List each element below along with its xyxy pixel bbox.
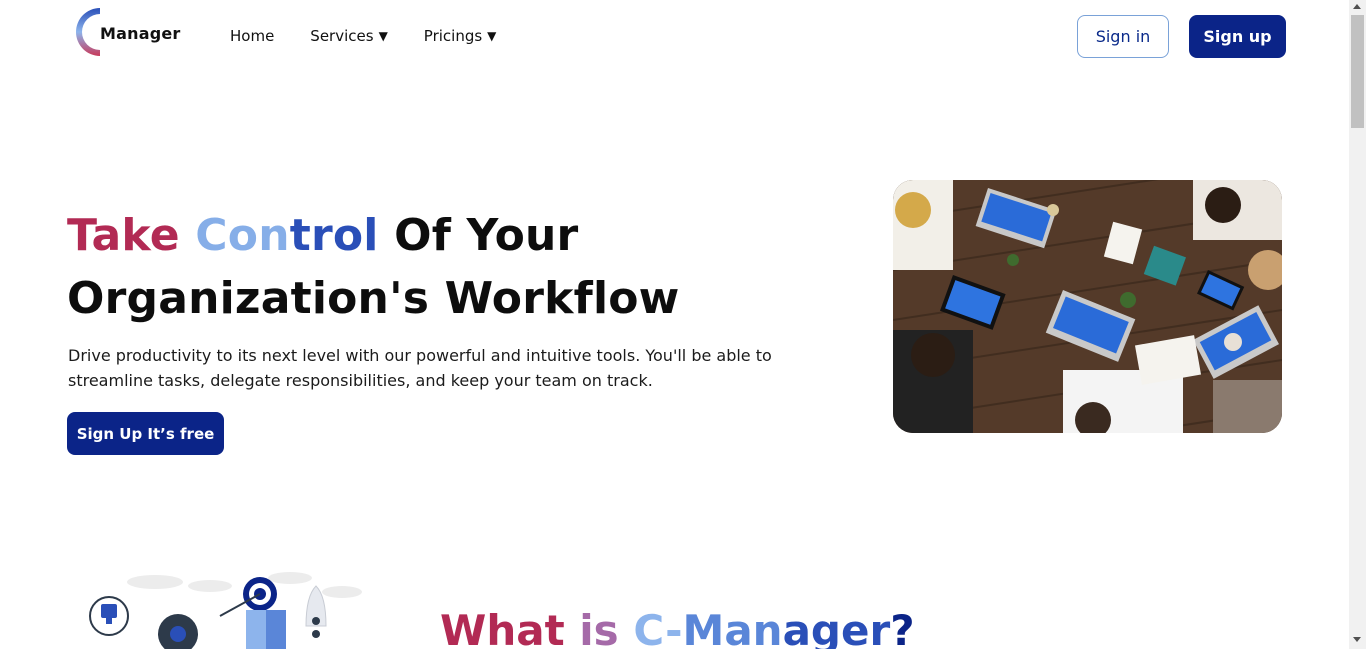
nav-home[interactable]: Home [230, 27, 274, 45]
hero-title: Take Control Of Your Organization's Work… [67, 204, 767, 330]
scrollbar-thumb[interactable] [1351, 15, 1364, 128]
nav-home-label: Home [230, 27, 275, 45]
hero-title-trol: trol [289, 210, 379, 261]
caret-down-icon: ▼ [378, 29, 388, 43]
team-meeting-image [893, 180, 1282, 433]
main-nav: Home Services ▼ Pricings ▼ [230, 27, 532, 45]
hero-title-take: Take [67, 210, 196, 261]
section-title-is: is [579, 606, 634, 649]
caret-down-icon: ▼ [487, 29, 497, 43]
scroll-down-arrow-icon[interactable] [1353, 637, 1361, 642]
section-title-ager: ager [782, 606, 891, 649]
nav-services[interactable]: Services ▼ [310, 27, 388, 45]
gear-icon [158, 614, 198, 649]
site-header: Manager Home Services ▼ Pricings ▼ Sign … [0, 0, 1349, 76]
productivity-illustration [80, 566, 370, 649]
section-title-what: What [440, 606, 580, 649]
vertical-scrollbar[interactable] [1349, 0, 1366, 649]
nav-pricings-label: Pricings [423, 27, 483, 45]
section-title: What is C-Manager? [440, 606, 915, 649]
hero-description: Drive productivity to its next level wit… [68, 346, 772, 390]
trophy-badge-icon [89, 596, 129, 636]
section-title-man: Man [682, 606, 783, 649]
logo-text: Manager [100, 24, 181, 43]
section-title-c: C- [633, 606, 683, 649]
nav-services-label: Services [310, 27, 374, 45]
nav-pricings[interactable]: Pricings ▼ [424, 27, 497, 45]
hero-signup-button[interactable]: Sign Up It’s free [67, 412, 224, 455]
hero-team-photo [893, 180, 1282, 433]
section-title-q: ? [890, 606, 915, 649]
logo[interactable]: Manager [66, 6, 186, 58]
signin-button[interactable]: Sign in [1077, 15, 1169, 58]
hero-title-con: Con [195, 210, 290, 261]
scroll-up-arrow-icon[interactable] [1353, 4, 1361, 9]
signup-button[interactable]: Sign up [1189, 15, 1286, 58]
